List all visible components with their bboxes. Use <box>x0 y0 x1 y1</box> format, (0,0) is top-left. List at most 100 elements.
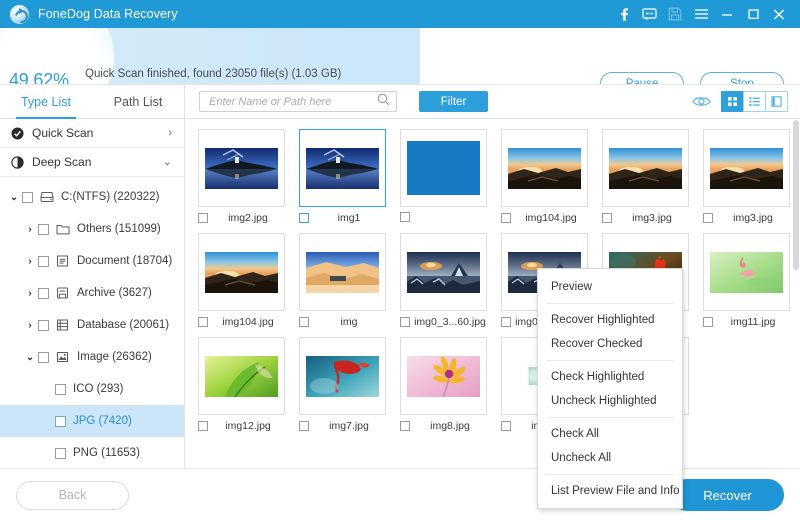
grid-item[interactable]: img <box>292 233 393 328</box>
thumbnail-checkbox[interactable] <box>400 317 410 327</box>
thumbnail-frame[interactable] <box>299 129 386 207</box>
tree-node-database[interactable]: › Database (20061) <box>0 309 184 341</box>
thumbnail-checkbox[interactable] <box>602 213 612 223</box>
grid-item[interactable]: img11.jpg <box>696 233 797 328</box>
thumbnail-checkbox[interactable] <box>299 213 309 223</box>
expand-arrow-right-icon[interactable]: › <box>22 288 38 299</box>
expand-arrow-right-icon[interactable]: › <box>22 320 38 331</box>
stop-button[interactable]: Stop <box>700 72 784 84</box>
filter-button[interactable]: Filter <box>419 91 488 112</box>
tab-type-list[interactable]: Type List <box>0 85 92 119</box>
context-menu-item-recover-checked[interactable]: Recover Checked <box>538 332 682 356</box>
facebook-icon[interactable] <box>610 1 636 27</box>
grid-item[interactable]: img0_3...60.jpg <box>393 233 494 328</box>
grid-item[interactable]: img3.jpg <box>595 129 696 224</box>
scrollbar-thumb[interactable] <box>793 120 799 270</box>
sidebar-item-deep-scan[interactable]: Deep Scan ⌄ <box>0 148 184 177</box>
thumbnail-frame[interactable] <box>198 129 285 207</box>
grid-item[interactable]: img8.jpg <box>393 337 494 432</box>
grid-view-icon[interactable] <box>721 91 744 112</box>
thumbnail-checkbox[interactable] <box>400 421 410 431</box>
search-icon[interactable] <box>377 93 390 111</box>
context-menu-item-check-all[interactable]: Check All <box>538 422 682 446</box>
thumbnail-checkbox[interactable] <box>198 213 208 223</box>
grid-item[interactable]: img7.jpg <box>292 337 393 432</box>
expand-arrow-down-icon[interactable]: ⌄ <box>22 352 38 363</box>
context-menu-item-recover-highlighted[interactable]: Recover Highlighted <box>538 308 682 332</box>
thumbnail-frame[interactable] <box>299 233 386 311</box>
thumbnail-frame[interactable] <box>703 129 790 207</box>
thumbnail-frame[interactable] <box>602 129 689 207</box>
tree-checkbox[interactable] <box>38 287 49 299</box>
tree-checkbox[interactable] <box>38 255 49 267</box>
sidebar-item-quick-scan[interactable]: Quick Scan › <box>0 119 184 148</box>
thumbnail-frame[interactable] <box>400 233 487 311</box>
tree-node-image[interactable]: ⌄ Image (26362) <box>0 341 184 373</box>
context-menu-item-list-preview-file-and-info[interactable]: List Preview File and Info <box>538 479 682 503</box>
tree-node-archive[interactable]: › Archive (3627) <box>0 277 184 309</box>
tab-path-list[interactable]: Path List <box>92 85 184 118</box>
tree-node-others[interactable]: › Others (151099) <box>0 213 184 245</box>
vertical-scrollbar[interactable] <box>793 120 799 467</box>
grid-item[interactable] <box>393 129 494 224</box>
thumbnail-checkbox[interactable] <box>198 421 208 431</box>
list-view-icon[interactable] <box>743 91 766 112</box>
scan-status-bar: 49.62% Quick Scan finished, found 23050 … <box>0 28 800 85</box>
feedback-chat-icon[interactable] <box>636 1 662 27</box>
close-icon[interactable] <box>766 1 792 27</box>
tree-checkbox[interactable] <box>38 223 49 235</box>
sidebar: Type List Path List Quick Scan › Deep Sc… <box>0 85 185 468</box>
maximize-icon[interactable] <box>740 1 766 27</box>
tree-node-jpg[interactable]: JPG (7420) <box>0 405 184 437</box>
menu-icon[interactable] <box>688 1 714 27</box>
context-menu-item-preview[interactable]: Preview <box>538 275 682 299</box>
tree-node-png[interactable]: PNG (11653) <box>0 437 184 468</box>
thumbnail-frame[interactable] <box>299 337 386 415</box>
thumbnail-frame[interactable] <box>400 129 487 207</box>
split-view-icon[interactable] <box>765 91 788 112</box>
expand-arrow-right-icon[interactable]: › <box>22 256 38 267</box>
expand-arrow-right-icon[interactable]: › <box>22 224 38 235</box>
grid-item[interactable]: img3.jpg <box>696 129 797 224</box>
preview-eye-icon[interactable] <box>692 95 711 108</box>
tree-checkbox[interactable] <box>38 319 49 331</box>
thumbnail-frame[interactable] <box>703 233 790 311</box>
thumbnail-checkbox[interactable] <box>501 213 511 223</box>
tree-checkbox[interactable] <box>22 191 33 203</box>
search-box[interactable] <box>199 91 397 112</box>
tree-checkbox[interactable] <box>55 447 66 459</box>
tree-node-ico[interactable]: ICO (293) <box>0 373 184 405</box>
expand-arrow-down-icon[interactable]: ⌄ <box>6 192 22 203</box>
tree-checkbox[interactable] <box>38 351 49 363</box>
thumbnail-checkbox[interactable] <box>299 317 309 327</box>
back-button[interactable]: Back <box>16 480 129 510</box>
tree-checkbox[interactable] <box>55 383 66 395</box>
thumbnail-frame[interactable] <box>198 337 285 415</box>
grid-item[interactable]: img104.jpg <box>494 129 595 224</box>
tree-node-drive[interactable]: ⌄ C:(NTFS) (220322) <box>0 181 184 213</box>
thumbnail-frame[interactable] <box>198 233 285 311</box>
context-menu-item-uncheck-all[interactable]: Uncheck All <box>538 446 682 470</box>
thumbnail-checkbox[interactable] <box>501 421 511 431</box>
thumbnail-frame[interactable] <box>501 129 588 207</box>
thumbnail-checkbox[interactable] <box>501 317 511 327</box>
pause-button[interactable]: Pause <box>600 72 684 84</box>
thumbnail-checkbox[interactable] <box>299 421 309 431</box>
thumbnail-checkbox[interactable] <box>703 317 713 327</box>
grid-item[interactable]: img2.jpg <box>191 129 292 224</box>
recover-button[interactable]: Recover <box>671 479 784 511</box>
thumbnail-frame[interactable] <box>400 337 487 415</box>
thumbnail-checkbox[interactable] <box>400 212 410 222</box>
minimize-icon[interactable] <box>714 1 740 27</box>
tree-node-document[interactable]: › Document (18704) <box>0 245 184 277</box>
context-menu-item-uncheck-highlighted[interactable]: Uncheck Highlighted <box>538 389 682 413</box>
search-input[interactable] <box>209 95 377 108</box>
grid-item[interactable]: img12.jpg <box>191 337 292 432</box>
thumbnail-checkbox[interactable] <box>703 213 713 223</box>
context-menu-item-check-highlighted[interactable]: Check Highlighted <box>538 365 682 389</box>
thumbnail-checkbox[interactable] <box>198 317 208 327</box>
grid-item[interactable]: img1 <box>292 129 393 224</box>
tree-checkbox[interactable] <box>55 415 66 427</box>
save-icon[interactable] <box>662 1 688 27</box>
grid-item[interactable]: img104.jpg <box>191 233 292 328</box>
